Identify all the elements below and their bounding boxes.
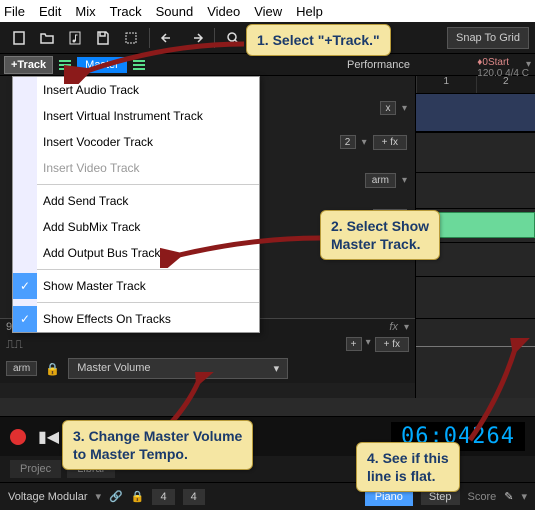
snap-to-grid-button[interactable]: Snap To Grid [447,27,529,49]
lock-icon[interactable]: 🔒 [131,490,145,503]
menu-bar: File Edit Mix Track Sound Video View Hel… [0,0,535,22]
menu-show-master-track[interactable]: ✓Show Master Track [13,273,259,299]
score-view-button[interactable]: Score [468,491,497,503]
tab-project[interactable]: Projec [10,460,61,478]
menu-insert-audio[interactable]: Insert Audio Track [13,77,259,103]
menu-show-effects-on-tracks[interactable]: ✓Show Effects On Tracks [13,306,259,332]
fader-icon[interactable]: ⎍⎍ [6,337,23,352]
menu-video[interactable]: Video [207,4,240,19]
menu-insert-video: Insert Video Track [13,155,259,181]
add-track-button[interactable]: +Track [4,56,53,74]
add-fx-button[interactable]: + fx [375,337,409,352]
add-track-menu: Insert Audio Track Insert Virtual Instru… [12,76,260,333]
menu-mix[interactable]: Mix [75,4,95,19]
track-menu-icon[interactable] [59,60,71,70]
status-num1[interactable]: 4 [152,489,174,505]
menu-view[interactable]: View [254,4,282,19]
check-icon: ✓ [13,273,37,299]
workspace: Insert Audio Track Insert Virtual Instru… [0,76,535,398]
master-button[interactable]: Master [77,57,127,73]
new-icon[interactable] [6,25,32,51]
open-icon[interactable] [34,25,60,51]
menu-add-send[interactable]: Add Send Track [13,188,259,214]
menu-edit[interactable]: Edit [39,4,61,19]
menu-track[interactable]: Track [110,4,142,19]
redo-icon[interactable] [183,25,209,51]
callout-2: 2. Select ShowMaster Track. [320,210,440,260]
music-file-icon[interactable] [62,25,88,51]
small-x-button[interactable]: x [380,101,396,115]
menu-add-output-bus[interactable]: Add Output Bus Track [13,240,259,266]
menu-add-submix[interactable]: Add SubMix Track [13,214,259,240]
menu-help[interactable]: Help [296,4,323,19]
track-header-bar: +Track Master Performance ▾ ♦0Start 120.… [0,54,535,76]
check-icon: ✓ [13,306,37,332]
menu-file[interactable]: File [4,4,25,19]
callout-1: 1. Select "+Track." [246,24,391,56]
status-num2[interactable]: 4 [183,489,205,505]
callout-3: 3. Change Master Volumeto Master Tempo. [62,420,253,470]
plus-button[interactable]: + [346,337,362,351]
add-fx-button[interactable]: + fx [373,135,407,150]
arm-button[interactable]: arm [365,173,396,188]
rewind-button[interactable]: ▮◀ [38,427,59,447]
save-icon[interactable] [90,25,116,51]
audio-clip[interactable] [436,212,535,238]
master-volume-select[interactable]: Master Volume▾ [68,358,288,379]
master-fx-label[interactable]: fx [389,321,398,333]
master-menu-icon[interactable] [133,60,145,70]
record-button[interactable] [10,429,26,445]
callout-4: 4. See if thisline is flat. [356,442,460,492]
performance-label[interactable]: Performance [347,59,410,71]
link-icon[interactable]: 🔗 [109,490,123,503]
chevron-down-icon[interactable]: ▾ [402,103,407,114]
undo-icon[interactable] [155,25,181,51]
menu-sound[interactable]: Sound [156,4,194,19]
small-num-button[interactable]: 2 [340,135,356,149]
master-arm-button[interactable]: arm [6,361,37,376]
pencil-icon[interactable]: ✎ [504,490,513,503]
selection-icon[interactable] [118,25,144,51]
module-name: Voltage Modular [8,491,88,503]
menu-insert-vocoder[interactable]: Insert Vocoder Track [13,129,259,155]
timeline-ruler[interactable]: 1 2 [416,76,535,94]
search-icon[interactable] [220,25,246,51]
lock-icon[interactable]: 🔒 [45,362,60,376]
menu-insert-vi[interactable]: Insert Virtual Instrument Track [13,103,259,129]
